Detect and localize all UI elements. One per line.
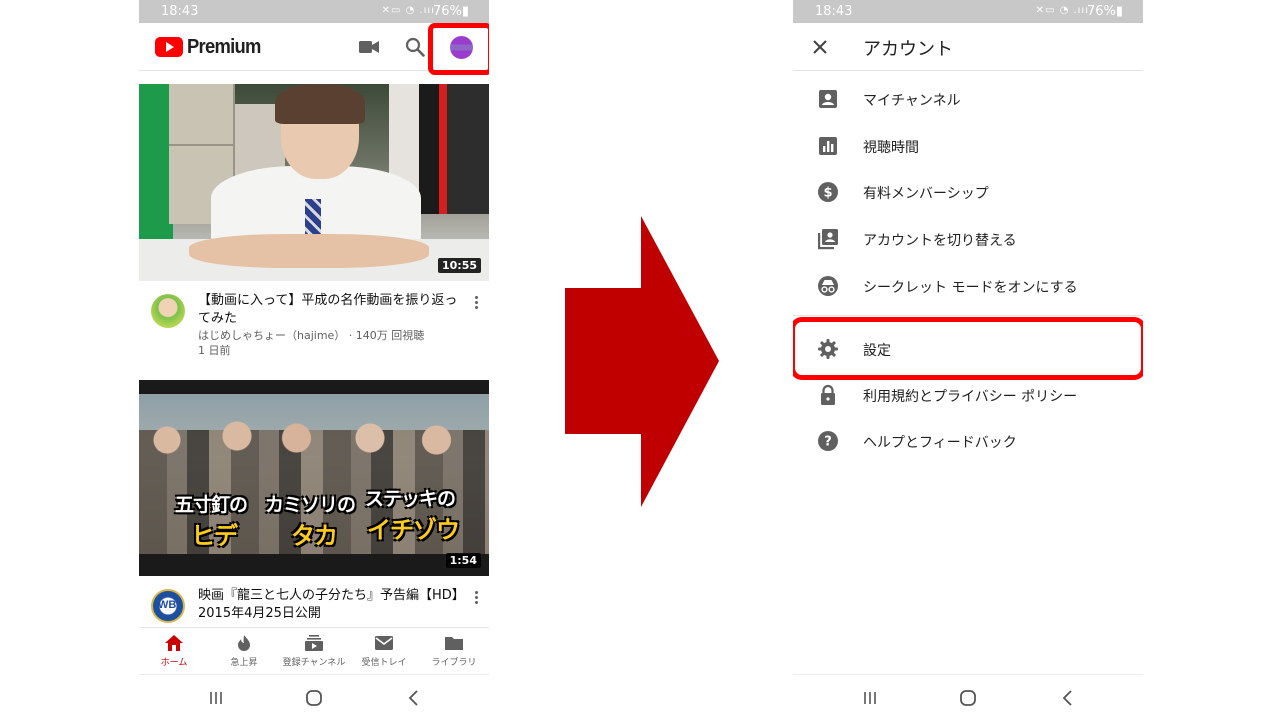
svg-text:?: ?	[824, 435, 832, 450]
system-navigation-bar	[793, 674, 1143, 720]
menu-item-label: 有料メンバーシップ	[863, 186, 989, 202]
channel-avatar[interactable]	[151, 294, 185, 328]
nav-label: ホーム	[160, 658, 188, 668]
status-bar: 18:43 ✕▭ ◔ .ııı 76%▮	[139, 0, 489, 23]
inbox-mail-icon	[375, 636, 393, 650]
more-vert-icon[interactable]	[475, 296, 479, 312]
menu-item-label: ヘルプとフィードバック	[863, 435, 1017, 451]
account-menu-screen: 18:43 ✕▭ ◔ .ııı 76%▮ アカウント マイチャンネル 視聴時間 …	[793, 0, 1143, 720]
video-meta: WB 映画『龍三と七人の子分たち』予告編【HD】2015年4月25日公開	[139, 587, 489, 627]
svg-text:$: $	[823, 186, 832, 201]
video-title[interactable]: 映画『龍三と七人の子分たち』予告編【HD】2015年4月25日公開	[198, 587, 460, 623]
battery-level: 76%▮	[432, 4, 469, 19]
video-meta: 【動画に入って】平成の名作動画を振り返ってみた はじめしゃちょー（hajime）…	[139, 292, 489, 372]
home-button-icon[interactable]	[958, 688, 978, 708]
app-header: Premium	[139, 23, 489, 75]
overlay-caption-1-bottom: ヒデ	[191, 522, 238, 550]
overlay-caption-3-top: ステッキの	[365, 488, 456, 510]
bottom-navigation: ホーム 急上昇 登録チャンネル 受信トレイ ライブラリ	[139, 627, 489, 674]
menu-item-my-channel[interactable]: マイチャンネル	[793, 76, 1143, 122]
nav-inbox[interactable]: 受信トレイ	[349, 634, 419, 668]
status-time: 18:43	[815, 4, 853, 19]
video-age: 1 日前	[198, 344, 231, 357]
overlay-caption-3-bottom: イチゾウ	[367, 516, 460, 544]
switch-account-icon	[818, 229, 838, 250]
menu-item-incognito[interactable]: シークレット モードをオンにする	[793, 263, 1143, 309]
account-avatar[interactable]	[450, 36, 473, 59]
recent-apps-icon[interactable]	[206, 688, 226, 708]
status-bar: 18:43 ✕▭ ◔ .ııı 76%▮	[793, 0, 1143, 23]
library-folder-icon	[445, 637, 463, 650]
overlay-caption-1-top: 五寸釘の	[175, 494, 248, 516]
nav-label: 急上昇	[230, 658, 258, 668]
trending-flame-icon	[238, 635, 250, 651]
menu-item-watch-time[interactable]: 視聴時間	[793, 123, 1143, 169]
nav-library[interactable]: ライブラリ	[419, 634, 489, 668]
nav-subscriptions[interactable]: 登録チャンネル	[279, 634, 349, 668]
status-icons: ✕▭ ◔ .ııı	[1035, 5, 1089, 16]
close-icon[interactable]	[813, 40, 827, 54]
subscriptions-icon	[305, 635, 323, 651]
menu-item-switch-account[interactable]: アカウントを切り替える	[793, 216, 1143, 262]
incognito-icon	[818, 276, 838, 296]
nav-label: 受信トレイ	[361, 658, 407, 668]
account-box-icon	[819, 90, 837, 108]
home-icon	[165, 635, 183, 651]
nav-trending[interactable]: 急上昇	[209, 634, 279, 668]
status-time: 18:43	[161, 4, 199, 19]
video-channel-views: はじめしゃちょー（hajime） · 140万 回視聴	[198, 329, 425, 342]
menu-item-help-feedback[interactable]: ? ヘルプとフィードバック	[793, 418, 1143, 464]
menu-item-label: アカウントを切り替える	[863, 233, 1017, 249]
settings-highlight-box	[793, 317, 1143, 380]
menu-item-terms-privacy[interactable]: 利用規約とプライバシー ポリシー	[793, 372, 1143, 418]
menu-item-label: 視聴時間	[863, 140, 919, 156]
bar-chart-icon	[819, 137, 837, 155]
channel-logo-text: WB	[158, 599, 177, 611]
video-duration: 10:55	[437, 258, 481, 273]
menu-divider	[793, 315, 1143, 316]
menu-item-label: シークレット モードをオンにする	[863, 280, 1078, 296]
video-duration: 1:54	[445, 553, 481, 568]
more-vert-icon[interactable]	[475, 591, 479, 607]
status-icons: ✕▭ ◔ .ııı	[381, 5, 435, 16]
back-icon[interactable]	[404, 688, 424, 708]
video-thumbnail[interactable]: 五寸釘の ヒデ カミソリの タカ ステッキの イチゾウ 1:54	[139, 380, 489, 576]
nav-label: ライブラリ	[431, 658, 477, 668]
menu-item-label: マイチャンネル	[863, 93, 961, 109]
account-header: アカウント	[793, 23, 1143, 71]
video-thumbnail[interactable]: 10:55	[139, 84, 489, 281]
overlay-caption-2-bottom: タカ	[291, 522, 338, 550]
transition-arrow-icon	[565, 216, 719, 507]
back-icon[interactable]	[1058, 688, 1078, 708]
nav-label: 登録チャンネル	[282, 658, 346, 668]
help-circle-icon: ?	[818, 431, 838, 451]
youtube-logo-icon[interactable]	[155, 37, 183, 57]
page-title: アカウント	[863, 39, 953, 60]
brand-premium[interactable]: Premium	[187, 36, 261, 59]
battery-level: 76%▮	[1086, 4, 1123, 19]
recent-apps-icon[interactable]	[860, 688, 880, 708]
video-camera-icon[interactable]	[359, 40, 379, 54]
video-title[interactable]: 【動画に入って】平成の名作動画を振り返ってみた	[198, 292, 460, 328]
menu-item-label: 利用規約とプライバシー ポリシー	[863, 389, 1078, 405]
overlay-caption-2-top: カミソリの	[265, 494, 356, 516]
nav-home[interactable]: ホーム	[139, 634, 209, 668]
search-icon[interactable]	[405, 37, 425, 57]
system-navigation-bar	[139, 674, 489, 720]
channel-avatar[interactable]: WB	[151, 589, 185, 623]
menu-item-paid-memberships[interactable]: $ 有料メンバーシップ	[793, 169, 1143, 215]
home-button-icon[interactable]	[304, 688, 324, 708]
lock-icon	[821, 384, 835, 405]
dollar-circle-icon: $	[818, 182, 838, 202]
youtube-home-screen: 18:43 ✕▭ ◔ .ııı 76%▮ Premium 10:55 【動画に入…	[139, 0, 489, 720]
